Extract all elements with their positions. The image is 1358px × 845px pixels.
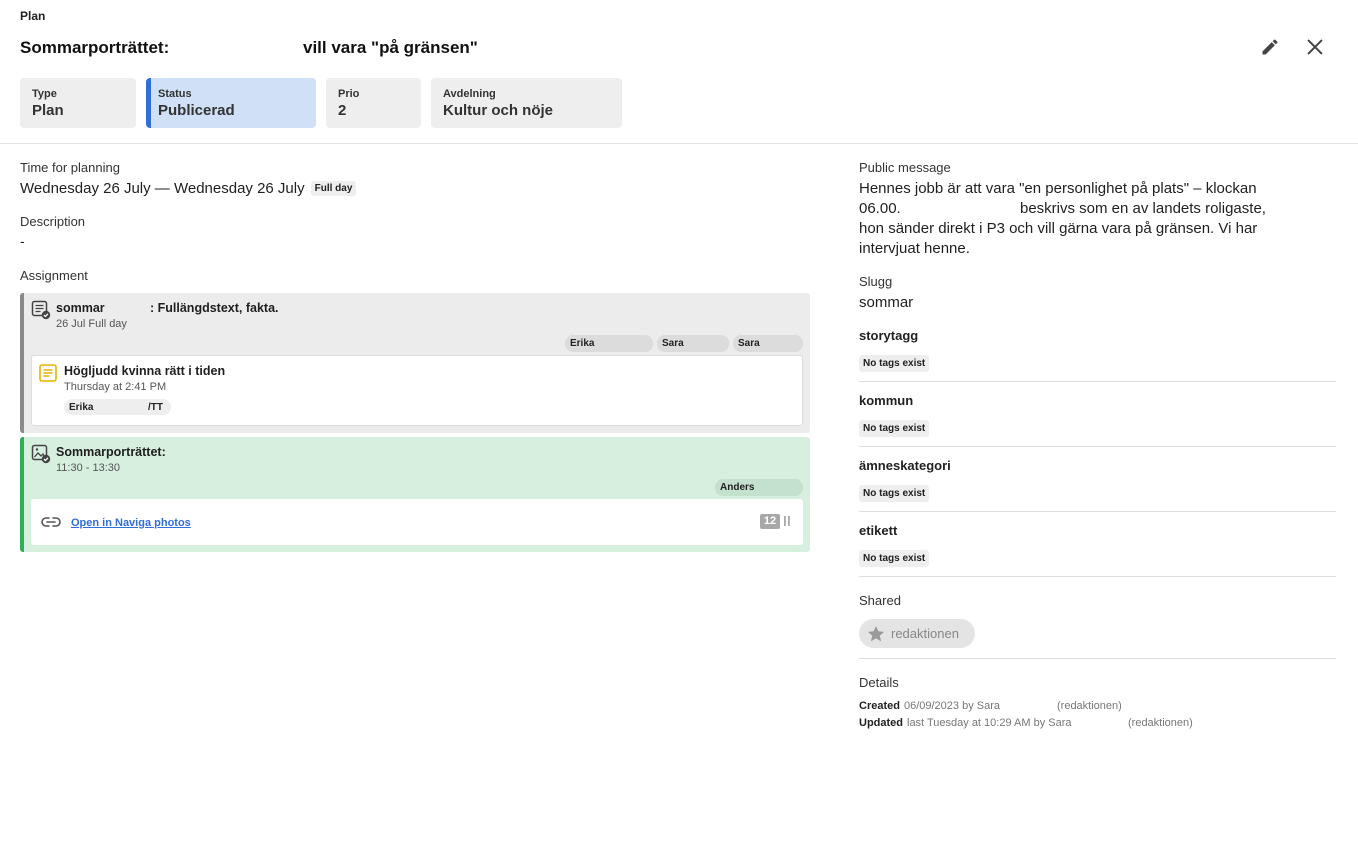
status-label: Status [158, 88, 192, 100]
author-name: Erika [69, 402, 94, 413]
breadcrumb: Plan [20, 9, 46, 23]
assignment-title: sommar : Fullängdstext, fakta. [56, 301, 279, 315]
storytagg-label: storytagg [859, 328, 919, 343]
description-value: - [20, 233, 25, 249]
public-message-line: intervjuat henne. [859, 240, 970, 257]
updated-org: (redaktionen) [1128, 717, 1193, 729]
article-check-icon [31, 300, 51, 320]
created-row: Created 06/09/2023 by Sara (redaktionen) [859, 700, 1122, 712]
assignment-date: 26 Jul Full day [56, 318, 127, 330]
created-org: (redaktionen) [1057, 700, 1122, 712]
created-label: Created [859, 700, 900, 712]
planning-dates: Wednesday 26 July — Wednesday 26 July [20, 180, 305, 197]
assignment-title-rest: : Fullängdstext, fakta. [150, 301, 279, 315]
amneskategori-label: ämneskategori [859, 458, 951, 473]
author-suffix: /TT [148, 402, 163, 413]
public-message-text: Hennes jobb är att vara "en personlighet… [859, 179, 1299, 259]
etikett-empty-badge: No tags exist [859, 550, 930, 567]
avdelning-chip[interactable]: Avdelning Kultur och nöje [431, 78, 622, 128]
avdelning-label: Avdelning [443, 88, 496, 100]
kommun-label: kommun [859, 393, 914, 408]
close-button[interactable] [1301, 33, 1329, 61]
assignment-item-text[interactable]: sommar : Fullängdstext, fakta. 26 Jul Fu… [20, 293, 810, 433]
document-icon [39, 364, 57, 382]
edit-button[interactable] [1256, 33, 1284, 61]
title-part-2: vill vara "på gränsen" [303, 38, 478, 57]
assignee-pill[interactable]: Sara [733, 335, 803, 352]
storytagg-empty-badge: No tags exist [859, 355, 930, 372]
slugg-label: Slugg [859, 274, 893, 289]
updated-row: Updated last Tuesday at 10:29 AM by Sara … [859, 717, 1193, 729]
photo-count-badge: 12 [760, 514, 780, 529]
title-part-1: Sommarporträttet: [20, 38, 170, 57]
status-value: Publicerad [158, 102, 235, 119]
link-icon [41, 517, 61, 527]
public-message-line: hon sänder direkt i P3 och vill gärna va… [859, 220, 1258, 237]
star-icon [867, 625, 885, 641]
details-label: Details [859, 675, 899, 690]
type-value: Plan [32, 102, 64, 119]
description-label: Description [20, 214, 86, 229]
assignment-item-photo[interactable]: Sommarporträttet: 11:30 - 13:30 Anders O… [20, 437, 810, 552]
photo-link-card[interactable]: Open in Naviga photos 12 [31, 499, 803, 545]
slugg-value: sommar [859, 294, 914, 311]
meta-chips: Type Plan Status Publicerad Prio 2 Avdel… [20, 78, 622, 128]
stack-icon [784, 516, 790, 526]
public-message-label: Public message [859, 160, 951, 175]
assignment-title-start: sommar [56, 301, 105, 315]
amneskategori-empty-badge: No tags exist [859, 485, 930, 502]
open-naviga-photos-link[interactable]: Open in Naviga photos [71, 517, 191, 529]
full-day-badge: Full day [310, 181, 357, 196]
public-message-line: 06.00. beskrivs som en av landets roliga… [859, 199, 1299, 219]
pencil-icon [1262, 39, 1278, 55]
kommun-empty-badge: No tags exist [859, 420, 930, 437]
prio-label: Prio [338, 88, 360, 100]
assignment-title: Sommarporträttet: [56, 445, 166, 459]
image-check-icon [31, 444, 51, 464]
avdelning-value: Kultur och nöje [443, 102, 553, 119]
deliverable-title: Högljudd kvinna rätt i tiden [64, 364, 226, 378]
prio-value: 2 [338, 102, 347, 119]
divider [859, 381, 1336, 382]
status-chip[interactable]: Status Publicerad [146, 78, 316, 128]
deliverable-time: Thursday at 2:41 PM [64, 381, 167, 393]
divider [859, 576, 1336, 577]
public-message-line-start: 06.00. [859, 200, 901, 217]
close-icon [1307, 39, 1323, 55]
assignee-pill[interactable]: Erika [565, 335, 653, 352]
planning-label: Time for planning [20, 160, 120, 175]
divider [859, 658, 1336, 659]
shared-chip[interactable]: redaktionen [859, 619, 975, 648]
public-message-line-end: beskrivs som en av landets roligaste, [1020, 200, 1266, 217]
type-chip[interactable]: Type Plan [20, 78, 136, 128]
divider [859, 446, 1336, 447]
deliverable-card[interactable]: Högljudd kvinna rätt i tiden Thursday at… [31, 355, 803, 426]
public-message-line: Hennes jobb är att vara "en personlighet… [859, 180, 1257, 197]
updated-value: last Tuesday at 10:29 AM by Sara [907, 717, 1072, 729]
assignee-pill[interactable]: Anders [715, 479, 803, 496]
assignment-label: Assignment [20, 268, 88, 283]
author-pill: Erika /TT [64, 399, 171, 415]
shared-label: Shared [859, 593, 901, 608]
created-value: 06/09/2023 by Sara [903, 700, 1000, 712]
prio-chip[interactable]: Prio 2 [326, 78, 421, 128]
assignment-time: 11:30 - 13:30 [56, 462, 121, 474]
page-title: Sommarporträttet: vill vara "på gränsen" [20, 37, 478, 59]
updated-label: Updated [859, 717, 903, 729]
assignee-pill[interactable]: Sara [657, 335, 729, 352]
type-label: Type [32, 88, 57, 100]
shared-chip-label: redaktionen [891, 626, 959, 641]
planning-value: Wednesday 26 July — Wednesday 26 July Ful… [20, 180, 357, 197]
divider [859, 511, 1336, 512]
header-divider [0, 143, 1358, 144]
etikett-label: etikett [859, 523, 898, 538]
